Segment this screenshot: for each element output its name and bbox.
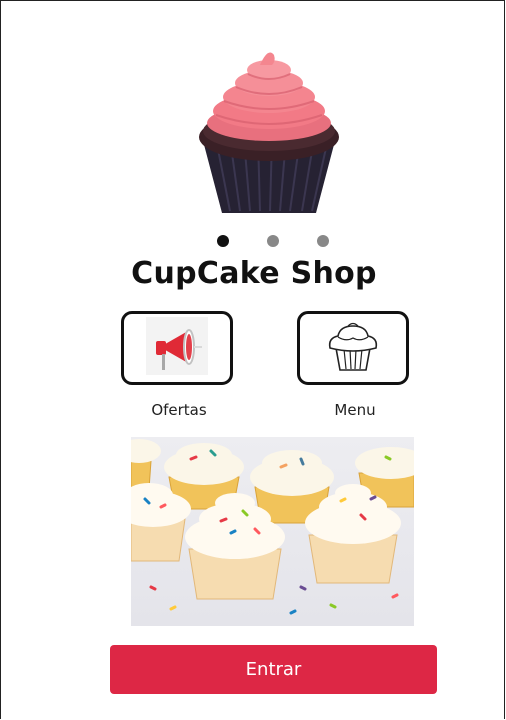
app-screen: CupCake Shop Ofertas Menu Entrar: [0, 0, 505, 719]
offers-label: Ofertas: [151, 401, 207, 419]
carousel-dot-2[interactable]: [267, 235, 279, 247]
carousel-slide-image[interactable]: [194, 45, 344, 217]
cupcake-hero-image: [199, 52, 339, 213]
carousel-dot-1[interactable]: [217, 235, 229, 247]
carousel-dot-3[interactable]: [317, 235, 329, 247]
cupcakes-photo: [131, 437, 414, 626]
menu-label: Menu: [334, 401, 376, 419]
cupcake-icon: [322, 320, 384, 376]
offers-button[interactable]: [121, 311, 233, 385]
menu-button[interactable]: [297, 311, 409, 385]
enter-button[interactable]: Entrar: [110, 645, 437, 694]
page-title: CupCake Shop: [131, 256, 377, 291]
megaphone-icon: [146, 317, 208, 379]
carousel-indicators: [1, 235, 506, 249]
